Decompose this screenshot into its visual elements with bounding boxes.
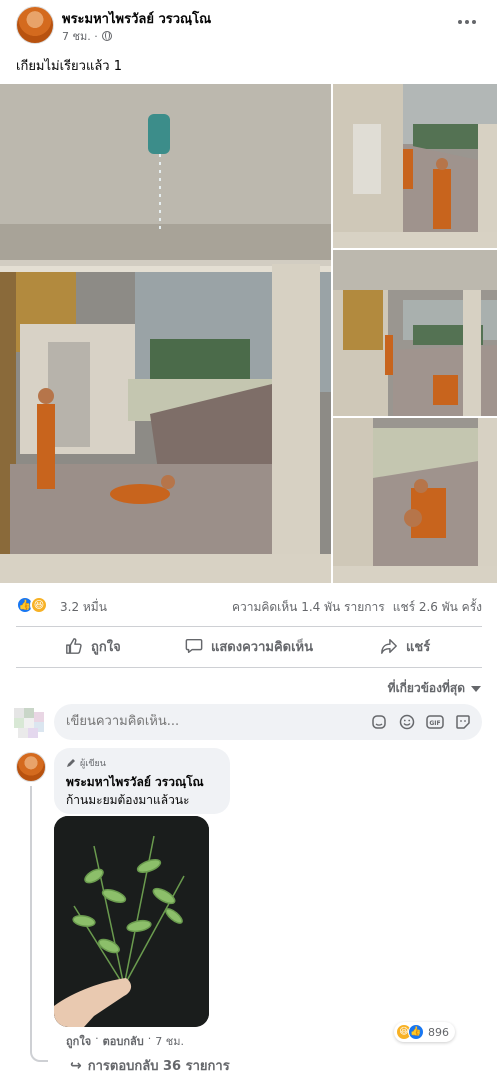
reaction-summary: 👍 😆 3.2 หมื่น ความคิดเห็น 1.4 พัน รายการ… bbox=[16, 596, 482, 616]
author-badge-label: ผู้เขียน bbox=[80, 759, 106, 769]
post-author-name[interactable]: พระมหาไพรวัลย์ วรวณฺโณ bbox=[62, 8, 211, 29]
reply-thread-line bbox=[30, 786, 48, 1062]
avatar-sticker-icon[interactable] bbox=[370, 713, 388, 731]
sort-label: ที่เกี่ยวข้องที่สุด bbox=[387, 681, 465, 695]
emoji-icon[interactable] bbox=[398, 713, 416, 731]
post-text: เกียมไม่เรียวแล้ว 1 bbox=[16, 59, 122, 74]
share-arrow-icon bbox=[381, 638, 397, 654]
comment-input[interactable] bbox=[66, 714, 366, 729]
share-label: แชร์ bbox=[406, 639, 431, 655]
author-badge: ผู้เขียน bbox=[66, 756, 106, 770]
more-dots-icon[interactable] bbox=[455, 14, 479, 30]
caret-down-icon bbox=[471, 685, 481, 692]
comment-label: แสดงความคิดเห็น bbox=[210, 639, 313, 655]
view-replies-link[interactable]: ↪ การตอบกลับ 36 รายการ bbox=[70, 1055, 230, 1076]
comment-reaction-count: 896 bbox=[428, 1025, 449, 1039]
divider bbox=[16, 667, 482, 668]
comment-author-name[interactable]: พระมหาไพรวัลย์ วรวณฺโณ bbox=[66, 773, 204, 792]
comment-reply-button[interactable]: ตอบกลับ bbox=[103, 1032, 144, 1050]
post-photo-4[interactable] bbox=[333, 418, 497, 583]
comment-bubble: ผู้เขียน พระมหาไพรวัลย์ วรวณฺโณ ก้านมะยม… bbox=[54, 748, 230, 814]
globe-icon bbox=[101, 31, 112, 41]
comment-text: ก้านมะยมต้องมาแล้วนะ bbox=[66, 793, 190, 807]
comment-like-button[interactable]: ถูกใจ bbox=[66, 1032, 91, 1050]
dot-separator: · bbox=[147, 1032, 152, 1045]
like-outline-icon bbox=[66, 638, 82, 654]
current-user-avatar[interactable] bbox=[12, 706, 46, 738]
pencil-icon bbox=[67, 759, 75, 767]
like-reaction-icon: 👍 bbox=[408, 1024, 424, 1040]
comment-actions: ถูกใจ · ตอบกลับ · 7 ชม. bbox=[66, 1032, 184, 1050]
like-label: ถูกใจ bbox=[91, 639, 121, 655]
post-meta: 7 ชม. · bbox=[62, 27, 112, 45]
haha-reaction-icon[interactable]: 😆 bbox=[30, 596, 48, 614]
post-photo-main[interactable] bbox=[0, 84, 331, 583]
like-button[interactable]: ถูกใจ bbox=[16, 627, 170, 665]
post-actions: ถูกใจ แสดงความคิดเห็น แชร์ bbox=[16, 627, 482, 665]
comment-photo[interactable] bbox=[54, 816, 209, 1027]
reply-arrow-icon: ↪ bbox=[70, 1057, 82, 1074]
post-photo-2[interactable] bbox=[333, 84, 497, 248]
reaction-count[interactable]: 3.2 หมื่น bbox=[60, 598, 107, 617]
post-photo-3[interactable] bbox=[333, 250, 497, 416]
comment-reaction-summary[interactable]: 😆 👍 896 bbox=[394, 1022, 455, 1042]
comment-composer: GIF bbox=[54, 704, 482, 740]
comment-sort-dropdown[interactable]: ที่เกี่ยวข้องที่สุด bbox=[388, 679, 481, 698]
gif-icon[interactable]: GIF bbox=[426, 713, 444, 731]
comment-time[interactable]: 7 ชม. bbox=[155, 1032, 184, 1050]
replies-label: การตอบกลับ 36 รายการ bbox=[87, 1059, 230, 1074]
dot-separator: · bbox=[95, 1032, 99, 1045]
author-avatar[interactable] bbox=[16, 6, 54, 44]
share-count[interactable]: แชร์ 2.6 พัน ครั้ง bbox=[393, 598, 482, 617]
sticker-icon[interactable] bbox=[454, 713, 472, 731]
comment-count[interactable]: ความคิดเห็น 1.4 พัน รายการ bbox=[232, 598, 385, 617]
comment-button[interactable]: แสดงความคิดเห็น bbox=[172, 627, 326, 665]
svg-text:GIF: GIF bbox=[429, 720, 440, 727]
commenter-avatar[interactable] bbox=[16, 752, 46, 782]
comment-outline-icon bbox=[185, 638, 203, 654]
post-time[interactable]: 7 ชม. · bbox=[62, 27, 98, 45]
share-button[interactable]: แชร์ bbox=[328, 627, 482, 665]
